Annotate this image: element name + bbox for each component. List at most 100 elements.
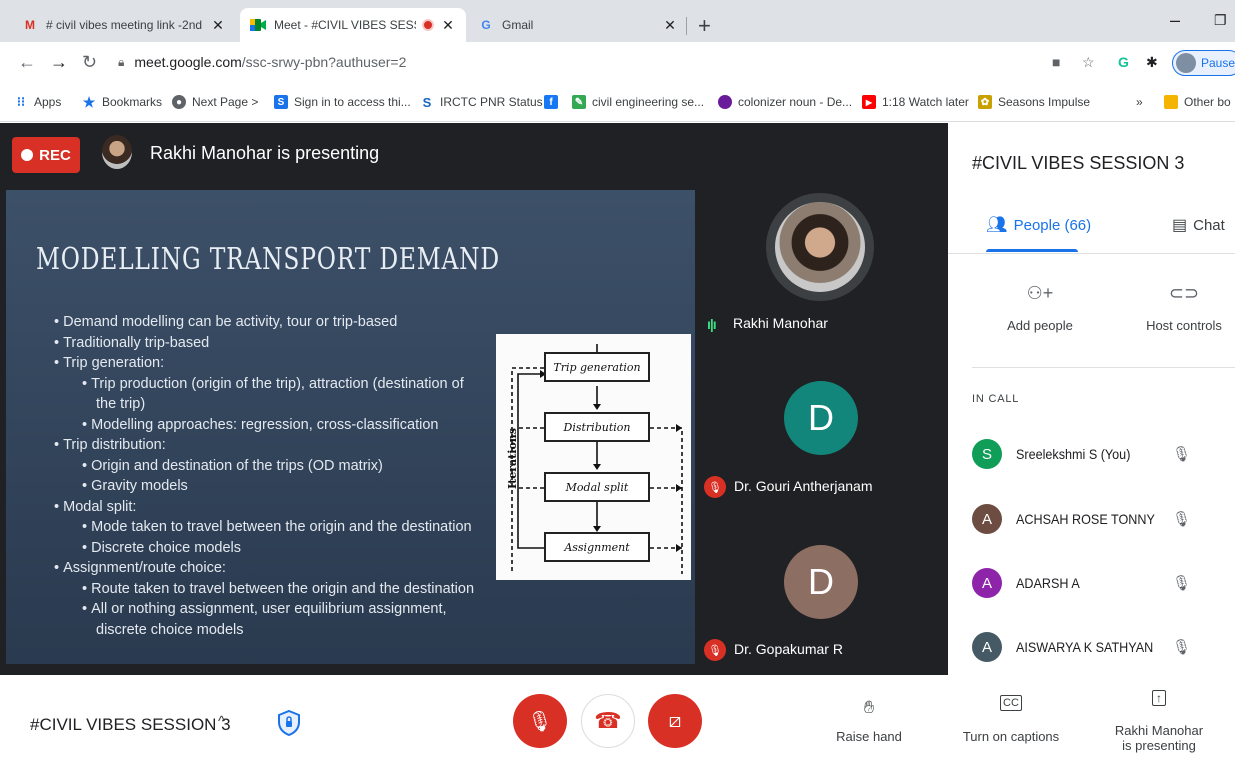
bookmark-watch-later[interactable]: ▶ 1:18 Watch later: [862, 95, 969, 109]
slide-bullet: Modelling approaches: regression, cross-…: [54, 415, 494, 436]
tab-meet[interactable]: Meet - #CIVIL VIBES SESSIO ✕: [240, 8, 466, 42]
add-people-button[interactable]: ⚇+ Add people: [980, 283, 1100, 333]
bookmark-sign-in[interactable]: S Sign in to access thi...: [274, 95, 411, 109]
reload-icon[interactable]: ↻: [82, 52, 97, 73]
bookmark-label: Seasons Impulse: [998, 95, 1091, 109]
mic-off-icon[interactable]: 🎙︎: [1172, 574, 1191, 592]
avatar: S: [972, 439, 1002, 469]
list-item[interactable]: S Sreelekshmi S (You) 🎙︎: [972, 438, 1235, 470]
chat-icon: ▤: [1172, 217, 1188, 234]
minimize-window-icon[interactable]: –: [1170, 10, 1180, 31]
slide-bullet: Route taken to travel between the origin…: [54, 579, 494, 600]
back-icon[interactable]: ←: [18, 52, 36, 73]
raise-hand-label: Raise hand: [836, 729, 902, 744]
leave-call-button[interactable]: ☎︎: [581, 694, 635, 748]
profile-button[interactable]: Pause: [1172, 50, 1235, 76]
restore-window-icon[interactable]: ❐: [1214, 12, 1227, 29]
bookmark-label: colonizer noun - De...: [738, 95, 853, 109]
slide-bullet: the trip): [96, 396, 146, 412]
bookmark-apps[interactable]: ⁝⁝ Apps: [14, 94, 62, 109]
slide-bullet: discrete choice models: [96, 621, 244, 638]
tab-title: Meet - #CIVIL VIBES SESSIO: [274, 18, 416, 32]
meeting-details-title[interactable]: #CIVIL VIBES SESSION 3: [30, 715, 231, 735]
bookmark-colonizer[interactable]: colonizer noun - De...: [718, 95, 852, 109]
bookmark-next-page[interactable]: ● Next Page >: [172, 95, 258, 109]
bookmark-star-icon[interactable]: ☆: [1082, 54, 1095, 71]
presentation-slide[interactable]: MODELLING TRANSPORT DEMAND Demand modell…: [6, 190, 695, 664]
camera-off-icon: ⧄: [668, 709, 682, 732]
flow-diagram: Trip generation Distribution Modal split…: [496, 334, 691, 580]
toggle-icon: ⊂⊃: [1168, 283, 1200, 303]
mic-toggle-button[interactable]: 🎙︎: [513, 694, 567, 748]
raise-hand-button[interactable]: ✋︎ Raise hand: [814, 697, 924, 744]
folder-icon: [1164, 95, 1178, 109]
bookmark-other[interactable]: Other bo: [1164, 95, 1231, 109]
slide-bullet: Assignment/route choice:: [54, 558, 494, 579]
grammarly-icon[interactable]: G: [1118, 54, 1129, 70]
add-people-label: Add people: [1007, 318, 1073, 333]
slide-bullet: Modal split:: [54, 497, 494, 518]
mic-off-icon[interactable]: 🎙︎: [1172, 638, 1191, 656]
iterations-label: Iterations: [505, 428, 519, 489]
tab-gmail-meeting-link[interactable]: M # civil vibes meeting link -2nd fe ✕: [12, 8, 236, 42]
more-bookmarks-button[interactable]: »: [1136, 95, 1143, 109]
close-tab-icon[interactable]: ✕: [440, 17, 456, 34]
tab-people[interactable]: 👥︎ People (66): [986, 215, 1091, 235]
host-controls-button[interactable]: ⊂⊃ Host controls: [1124, 283, 1235, 333]
address-bar[interactable]: 🔒︎ meet.google.com/ssc-srwy-pbn?authuser…: [108, 48, 1108, 76]
facebook-icon: f: [544, 95, 558, 109]
speaking-indicator-icon: ı|ı: [707, 316, 717, 332]
slide-bullet: All or nothing assignment, user equilibr…: [54, 599, 494, 620]
panel-title: #CIVIL VIBES SESSION 3: [972, 153, 1185, 173]
forward-icon[interactable]: →: [50, 52, 68, 73]
slide-bullet: Origin and destination of the trips (OD …: [54, 456, 494, 477]
bookmarks-bar: ⁝⁝ Apps ★ Bookmarks ● Next Page > S Sign…: [0, 84, 1235, 122]
bookmark-civil-engineering[interactable]: ✎ civil engineering se...: [572, 95, 704, 109]
bookmark-label: Bookmarks: [102, 95, 163, 109]
flow-step-distribution: Distribution: [544, 412, 650, 442]
more-icon: »: [1136, 95, 1143, 109]
slide-bullet: Gravity models: [54, 476, 494, 497]
avatar: A: [972, 632, 1002, 662]
tab-gmail[interactable]: G Gmail ✕: [468, 8, 688, 42]
url-path: /ssc-srwy-pbn?authuser=2: [241, 54, 407, 70]
bookmark-bookmarks[interactable]: ★ Bookmarks: [82, 94, 163, 110]
presenting-label: Rakhi Manohar: [1114, 723, 1204, 738]
avatar: A: [972, 568, 1002, 598]
presenting-status-button[interactable]: ↑ Rakhi Manohar is presenting: [1104, 690, 1214, 753]
mic-off-icon[interactable]: 🎙︎: [1172, 510, 1191, 528]
lock-icon: 🔒︎: [118, 54, 125, 69]
bookmark-seasons-impulse[interactable]: ✿ Seasons Impulse: [978, 95, 1090, 109]
mic-off-icon[interactable]: 🎙︎: [1172, 445, 1191, 463]
camera-toggle-button[interactable]: ⧄: [648, 694, 702, 748]
list-item[interactable]: A AISWARYA K SATHYAN 🎙︎: [972, 631, 1235, 663]
list-item[interactable]: A ACHSAH ROSE TONNY 🎙︎: [972, 503, 1235, 535]
participant-avatar-gopakumar[interactable]: D: [784, 545, 858, 619]
bookmark-label: civil engineering se...: [592, 95, 705, 109]
participant-tile-rakhi[interactable]: [766, 193, 874, 301]
bookmark-facebook[interactable]: f: [544, 95, 564, 109]
camera-in-use-icon[interactable]: ■: [1052, 54, 1060, 70]
slide-bullet: Discrete choice models: [54, 538, 494, 559]
captions-button[interactable]: CC Turn on captions: [956, 695, 1066, 744]
close-tab-icon[interactable]: ✕: [210, 17, 226, 34]
bookmark-label: Apps: [34, 95, 62, 109]
url-host: meet.google.com: [134, 54, 242, 70]
hand-icon: ✋︎: [863, 697, 875, 717]
in-call-heading: IN CALL: [972, 393, 1020, 405]
meeting-controls-bar: #CIVIL VIBES SESSION 3 ^ 🎙︎ ☎︎ ⧄ ✋︎ Rais…: [0, 675, 1235, 769]
extensions-puzzle-icon[interactable]: ✱: [1146, 54, 1158, 71]
participant-name: ACHSAH ROSE TONNY: [1016, 511, 1155, 527]
hang-up-icon: ☎︎: [594, 708, 622, 733]
tab-chat[interactable]: ▤ Chat: [1172, 215, 1225, 235]
chevron-up-icon[interactable]: ^: [218, 713, 225, 730]
rec-label: REC: [39, 146, 71, 164]
security-shield-icon[interactable]: [276, 709, 302, 737]
close-tab-icon[interactable]: ✕: [662, 17, 678, 34]
participant-avatar-gouri[interactable]: D: [784, 381, 858, 455]
bookmark-irctc[interactable]: S IRCTC PNR Status: [420, 95, 543, 110]
list-item[interactable]: A ADARSH A 🎙︎: [972, 567, 1235, 599]
new-tab-button[interactable]: +: [698, 13, 711, 39]
active-tab-indicator: [986, 249, 1078, 252]
slide-bullet: Traditionally trip-based: [54, 333, 494, 354]
